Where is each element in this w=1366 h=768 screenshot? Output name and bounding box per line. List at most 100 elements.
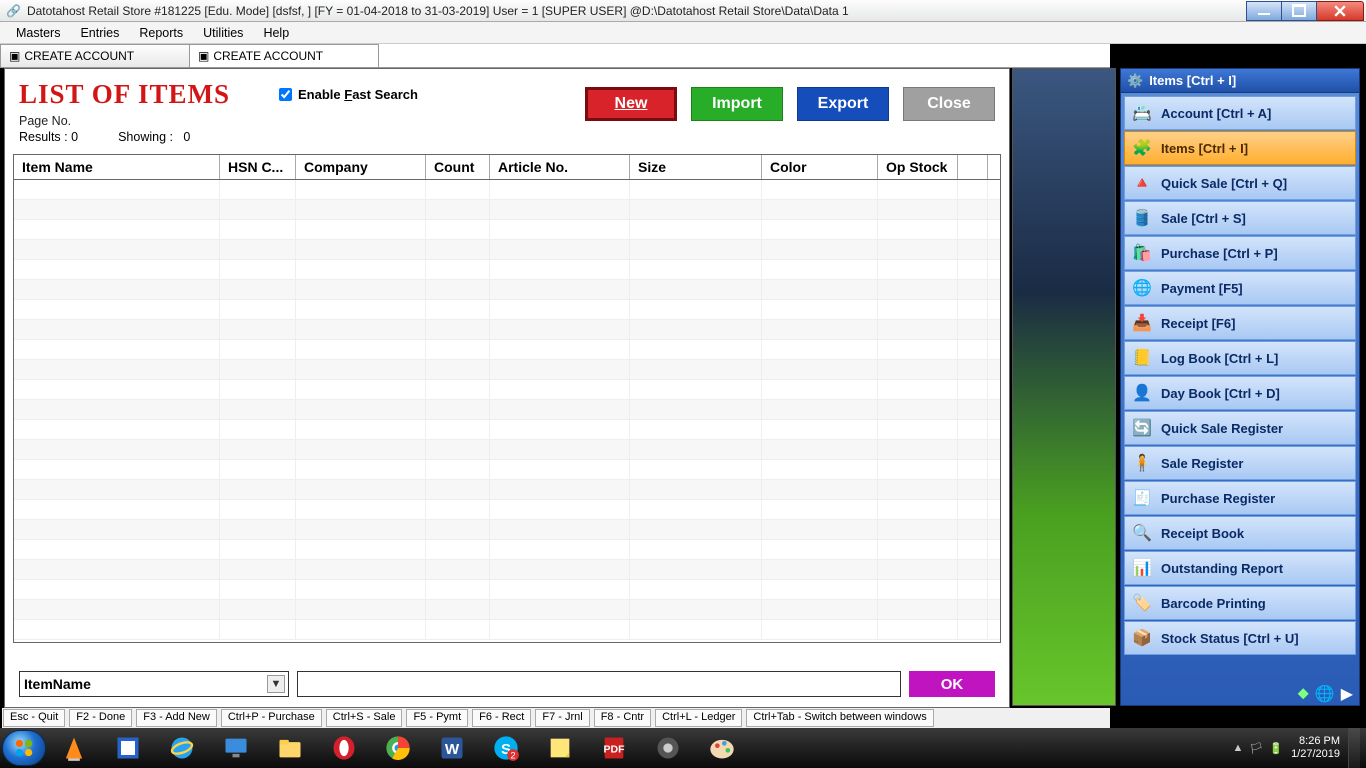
sidebar-item-icon: 🌐 [1131, 277, 1153, 299]
column-header[interactable]: Size [630, 155, 762, 179]
table-row[interactable] [14, 380, 1000, 400]
menu-help[interactable]: Help [253, 23, 299, 43]
sidebar-item-5[interactable]: 🌐Payment [F5] [1124, 271, 1356, 305]
table-row[interactable] [14, 340, 1000, 360]
table-row[interactable] [14, 460, 1000, 480]
sidebar-item-11[interactable]: 🧾Purchase Register [1124, 481, 1356, 515]
show-desktop-button[interactable] [1348, 728, 1360, 768]
close-button[interactable]: Close [903, 87, 995, 121]
sidebar-header: ⚙️ Items [Ctrl + I] [1121, 69, 1359, 93]
search-input[interactable] [297, 671, 901, 697]
column-header[interactable]: Color [762, 155, 878, 179]
home-icon[interactable]: ⬥ [1298, 685, 1309, 703]
shortcut-hint: Ctrl+P - Purchase [221, 709, 322, 727]
doc-tab-1[interactable]: ▣CREATE ACCOUNT [189, 44, 379, 67]
doc-tab-label: CREATE ACCOUNT [24, 49, 134, 63]
globe-icon[interactable]: 🌐 [1315, 684, 1335, 704]
table-row[interactable] [14, 220, 1000, 240]
sidebar-item-4[interactable]: 🛍️Purchase [Ctrl + P] [1124, 236, 1356, 270]
table-row[interactable] [14, 260, 1000, 280]
sidebar-item-14[interactable]: 🏷️Barcode Printing [1124, 586, 1356, 620]
taskbar-opera-icon[interactable] [318, 730, 370, 766]
table-row[interactable] [14, 580, 1000, 600]
taskbar-clock[interactable]: 8:26 PM 1/27/2019 [1291, 735, 1340, 761]
taskbar-ie-icon[interactable] [156, 730, 208, 766]
new-button[interactable]: New [585, 87, 677, 121]
sidebar-item-0[interactable]: 📇Account [Ctrl + A] [1124, 96, 1356, 130]
menu-reports[interactable]: Reports [129, 23, 193, 43]
battery-icon[interactable]: 🔋 [1269, 742, 1283, 755]
doc-tab-icon: ▣ [198, 49, 209, 63]
ok-button[interactable]: OK [909, 671, 995, 697]
table-row[interactable] [14, 420, 1000, 440]
action-center-icon[interactable]: 🏳 [1249, 742, 1263, 755]
arrow-icon[interactable]: ▶ [1341, 684, 1353, 704]
import-button[interactable]: Import [691, 87, 783, 121]
sidebar-item-icon: 📇 [1131, 102, 1153, 124]
table-row[interactable] [14, 300, 1000, 320]
table-row[interactable] [14, 360, 1000, 380]
menu-entries[interactable]: Entries [70, 23, 129, 43]
sidebar-item-9[interactable]: 🔄Quick Sale Register [1124, 411, 1356, 445]
close-window-button[interactable] [1316, 1, 1364, 21]
column-header[interactable]: Count [426, 155, 490, 179]
showing-value: 0 [183, 130, 190, 144]
table-row[interactable] [14, 560, 1000, 580]
taskbar-explorer-icon[interactable] [264, 730, 316, 766]
taskbar-vlc-icon[interactable] [48, 730, 100, 766]
taskbar-pdf-icon[interactable]: PDF [588, 730, 640, 766]
sidebar-item-icon: 📒 [1131, 347, 1153, 369]
close-icon [1334, 5, 1346, 17]
table-row[interactable] [14, 600, 1000, 620]
sidebar-item-13[interactable]: 📊Outstanding Report [1124, 551, 1356, 585]
taskbar-skype-icon[interactable]: S2 [480, 730, 532, 766]
menu-masters[interactable]: Masters [6, 23, 70, 43]
tray-chevron-icon[interactable]: ▲ [1233, 742, 1244, 754]
sidebar-item-12[interactable]: 🔍Receipt Book [1124, 516, 1356, 550]
table-row[interactable] [14, 520, 1000, 540]
export-button[interactable]: Export [797, 87, 889, 121]
taskbar-chrome-icon[interactable] [372, 730, 424, 766]
sidebar-item-3[interactable]: 🛢️Sale [Ctrl + S] [1124, 201, 1356, 235]
sidebar-item-2[interactable]: 🔺Quick Sale [Ctrl + Q] [1124, 166, 1356, 200]
sidebar-item-7[interactable]: 📒Log Book [Ctrl + L] [1124, 341, 1356, 375]
taskbar-monitor-icon[interactable] [210, 730, 262, 766]
shortcut-hint: F8 - Cntr [594, 709, 651, 727]
start-button[interactable] [2, 730, 46, 766]
table-row[interactable] [14, 480, 1000, 500]
sidebar-item-15[interactable]: 📦Stock Status [Ctrl + U] [1124, 621, 1356, 655]
table-row[interactable] [14, 500, 1000, 520]
table-row[interactable] [14, 400, 1000, 420]
menu-utilities[interactable]: Utilities [193, 23, 253, 43]
table-row[interactable] [14, 620, 1000, 640]
taskbar-tool-icon[interactable] [642, 730, 694, 766]
sidebar-item-1[interactable]: 🧩Items [Ctrl + I] [1124, 131, 1356, 165]
minimize-button[interactable] [1246, 1, 1282, 21]
search-field-select[interactable]: ItemName [19, 671, 289, 697]
table-row[interactable] [14, 540, 1000, 560]
table-row[interactable] [14, 440, 1000, 460]
table-row[interactable] [14, 200, 1000, 220]
table-row[interactable] [14, 320, 1000, 340]
table-row[interactable] [14, 240, 1000, 260]
column-header[interactable]: HSN C... [220, 155, 296, 179]
taskbar-word-icon[interactable]: W [426, 730, 478, 766]
sidebar-item-10[interactable]: 🧍Sale Register [1124, 446, 1356, 480]
doc-tab-0[interactable]: ▣CREATE ACCOUNT [0, 44, 190, 67]
taskbar-paint-icon[interactable] [696, 730, 748, 766]
column-header[interactable]: Item Name [14, 155, 220, 179]
column-header[interactable]: Company [296, 155, 426, 179]
sidebar-item-label: Receipt Book [1161, 526, 1244, 541]
sidebar-item-6[interactable]: 📥Receipt [F6] [1124, 306, 1356, 340]
table-row[interactable] [14, 180, 1000, 200]
enable-fast-search-checkbox[interactable] [279, 88, 292, 101]
column-header[interactable]: Article No. [490, 155, 630, 179]
system-tray[interactable]: ▲ 🏳 🔋 [1233, 742, 1284, 755]
sidebar-item-icon: 🛢️ [1131, 207, 1153, 229]
taskbar-gimp-icon[interactable] [102, 730, 154, 766]
maximize-button[interactable] [1281, 1, 1317, 21]
table-row[interactable] [14, 280, 1000, 300]
sidebar-item-8[interactable]: 👤Day Book [Ctrl + D] [1124, 376, 1356, 410]
column-header[interactable]: Op Stock [878, 155, 958, 179]
taskbar-stickies-icon[interactable] [534, 730, 586, 766]
